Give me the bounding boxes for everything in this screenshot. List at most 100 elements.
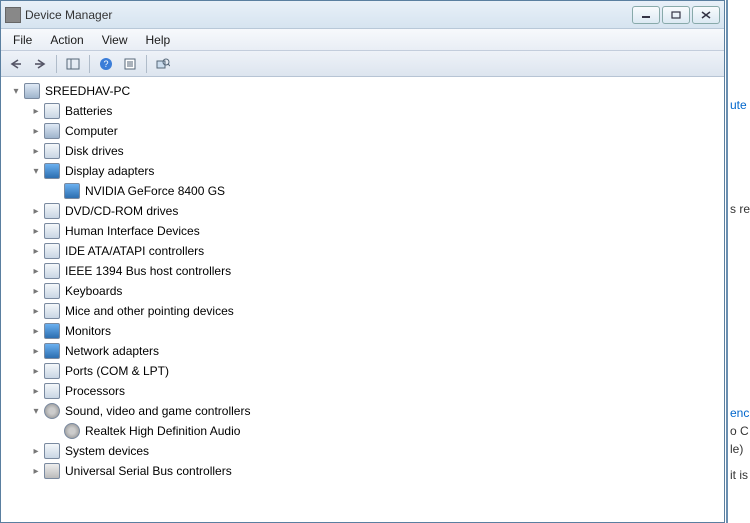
dvd-icon [44, 203, 60, 219]
close-icon [701, 11, 711, 19]
node-label: Monitors [63, 323, 113, 339]
node-label: Processors [63, 383, 127, 399]
menu-view[interactable]: View [94, 31, 136, 49]
expand-icon[interactable]: ▸ [29, 384, 43, 398]
tree-root[interactable]: ▾ SREEDHAV-PC [3, 81, 724, 101]
expand-icon[interactable]: ▸ [29, 364, 43, 378]
node-label: SREEDHAV-PC [43, 83, 132, 99]
tree-device[interactable]: Realtek High Definition Audio [3, 421, 724, 441]
tree-category[interactable]: ▾ Display adapters [3, 161, 724, 181]
clip-text: ute [728, 96, 750, 114]
tree-category[interactable]: ▸ Processors [3, 381, 724, 401]
expand-icon[interactable]: ▸ [29, 224, 43, 238]
tree-category[interactable]: ▸ Human Interface Devices [3, 221, 724, 241]
expand-icon[interactable]: ▸ [29, 464, 43, 478]
expand-icon[interactable]: ▸ [29, 444, 43, 458]
system-icon [44, 443, 60, 459]
tree-category[interactable]: ▸ IDE ATA/ATAPI controllers [3, 241, 724, 261]
clip-text: enc [728, 404, 750, 422]
node-label: Display adapters [63, 163, 156, 179]
tree-category[interactable]: ▸ System devices [3, 441, 724, 461]
collapse-icon[interactable]: ▾ [29, 404, 43, 418]
menu-file[interactable]: File [5, 31, 40, 49]
expand-icon[interactable]: ▸ [29, 304, 43, 318]
menu-help[interactable]: Help [138, 31, 179, 49]
node-label: Keyboards [63, 283, 124, 299]
tree-category[interactable]: ▸Network adapters [3, 341, 724, 361]
node-label: Mice and other pointing devices [63, 303, 236, 319]
tree-category[interactable]: ▸ Keyboards [3, 281, 724, 301]
app-icon [5, 7, 21, 23]
node-label: NVIDIA GeForce 8400 GS [83, 183, 227, 199]
toolbar: ? [1, 51, 724, 77]
cpu-icon [44, 383, 60, 399]
tree-pane-icon [66, 58, 80, 70]
menu-action[interactable]: Action [42, 31, 91, 49]
adjacent-window-strip: ute s re enc o C le) it is [726, 0, 750, 523]
audio-icon [64, 423, 80, 439]
expand-icon[interactable]: ▸ [29, 144, 43, 158]
battery-icon [44, 103, 60, 119]
display-icon [64, 183, 80, 199]
node-label: System devices [63, 443, 151, 459]
tree-category[interactable]: ▸ Monitors [3, 321, 724, 341]
tree-category[interactable]: ▸Disk drives [3, 141, 724, 161]
display-icon [44, 163, 60, 179]
titlebar: Device Manager [1, 1, 724, 29]
forward-button[interactable] [29, 54, 51, 74]
tree-device[interactable]: NVIDIA GeForce 8400 GS [3, 181, 724, 201]
scan-hardware-button[interactable] [152, 54, 174, 74]
node-label: Ports (COM & LPT) [63, 363, 171, 379]
back-button[interactable] [5, 54, 27, 74]
expand-icon[interactable]: ▸ [29, 324, 43, 338]
scan-icon [156, 58, 170, 70]
collapse-icon[interactable]: ▾ [9, 84, 23, 98]
maximize-button[interactable] [662, 6, 690, 24]
expand-icon[interactable]: ▸ [29, 124, 43, 138]
tree-category[interactable]: ▸ Computer [3, 121, 724, 141]
node-label: IEEE 1394 Bus host controllers [63, 263, 233, 279]
tree-category[interactable]: ▸ Universal Serial Bus controllers [3, 461, 724, 481]
expand-icon[interactable]: ▸ [29, 204, 43, 218]
properties-button[interactable] [119, 54, 141, 74]
tree-category[interactable]: ▸ Ports (COM & LPT) [3, 361, 724, 381]
minimize-button[interactable] [632, 6, 660, 24]
help-button[interactable]: ? [95, 54, 117, 74]
node-label: Batteries [63, 103, 114, 119]
node-label: Realtek High Definition Audio [83, 423, 242, 439]
port-icon [44, 363, 60, 379]
expand-icon[interactable]: ▸ [29, 244, 43, 258]
properties-icon [123, 58, 137, 70]
tree-category[interactable]: ▸ IEEE 1394 Bus host controllers [3, 261, 724, 281]
expand-icon[interactable]: ▸ [29, 104, 43, 118]
tree-category[interactable]: ▸ Batteries [3, 101, 724, 121]
clip-text: s re [728, 200, 750, 218]
tree-category[interactable]: ▸ DVD/CD-ROM drives [3, 201, 724, 221]
toolbar-separator [89, 55, 90, 73]
computer-icon [24, 83, 40, 99]
computer-icon [44, 123, 60, 139]
expand-icon[interactable]: ▸ [29, 344, 43, 358]
ide-icon [44, 243, 60, 259]
tree-category[interactable]: ▾ Sound, video and game controllers [3, 401, 724, 421]
node-label: DVD/CD-ROM drives [63, 203, 180, 219]
node-label: Universal Serial Bus controllers [63, 463, 234, 479]
show-hide-tree-button[interactable] [62, 54, 84, 74]
maximize-icon [671, 11, 681, 19]
node-label: Human Interface Devices [63, 223, 202, 239]
close-button[interactable] [692, 6, 720, 24]
collapse-icon[interactable]: ▾ [29, 164, 43, 178]
usb-icon [44, 463, 60, 479]
device-tree[interactable]: ▾SREEDHAV-PC▸Batteries▸Computer▸Disk dri… [1, 77, 724, 522]
clip-text: it is [728, 466, 750, 484]
node-label: Sound, video and game controllers [63, 403, 252, 419]
node-label: IDE ATA/ATAPI controllers [63, 243, 206, 259]
clip-text: le) [728, 440, 750, 458]
tree-category[interactable]: ▸ Mice and other pointing devices [3, 301, 724, 321]
audio-icon [44, 403, 60, 419]
expand-icon[interactable]: ▸ [29, 284, 43, 298]
expand-icon[interactable]: ▸ [29, 264, 43, 278]
minimize-icon [641, 11, 651, 19]
node-label: Computer [63, 123, 120, 139]
clip-text: o C [728, 422, 750, 440]
